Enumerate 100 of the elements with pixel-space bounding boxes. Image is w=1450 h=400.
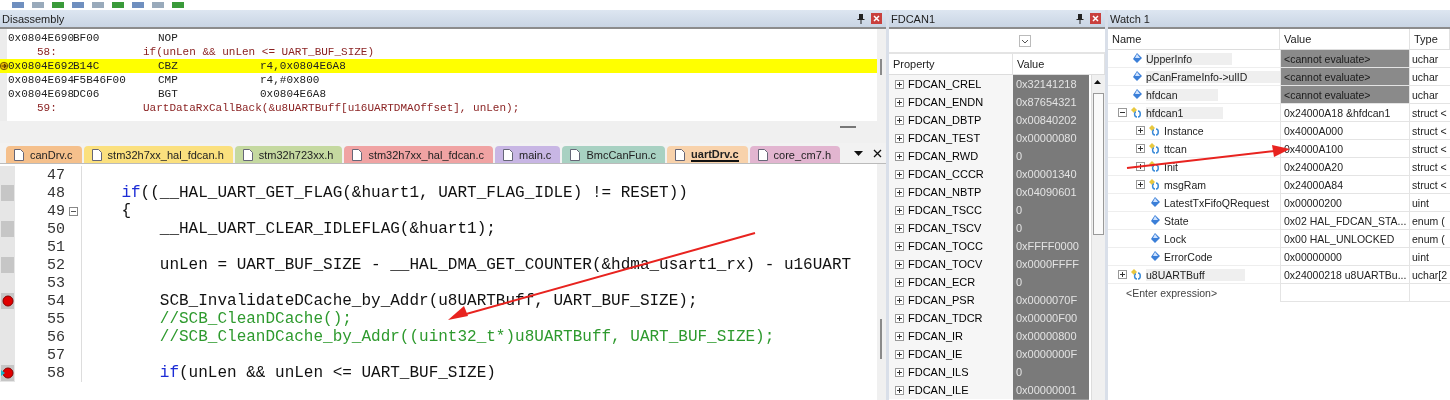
document-icon xyxy=(502,148,513,161)
current-line-arrow-icon xyxy=(0,61,8,71)
register-name: FDCAN_ECR xyxy=(908,276,976,288)
expand-icon[interactable] xyxy=(1136,144,1145,153)
source-line-number: 59: xyxy=(37,102,57,114)
dropdown-icon[interactable] xyxy=(1019,34,1031,47)
document-icon xyxy=(675,148,686,161)
toolbar-icon[interactable] xyxy=(170,2,186,10)
expand-icon[interactable] xyxy=(895,385,904,395)
file-tab[interactable]: stm32h7xx_hal_fdcan.c xyxy=(344,146,493,163)
scroll-thumb[interactable] xyxy=(840,126,856,128)
watch-type: struct < xyxy=(1410,104,1450,122)
column-header[interactable]: Name xyxy=(1108,29,1280,49)
panel-title: Disassembly xyxy=(2,12,65,25)
code-line: __HAL_UART_CLEAR_IDLEFLAG(&huart1); xyxy=(158,220,496,238)
opcode-text: B14C xyxy=(73,60,100,72)
gutter-cell[interactable] xyxy=(0,238,15,256)
expand-icon[interactable] xyxy=(895,151,904,161)
expand-icon[interactable] xyxy=(895,97,904,107)
expand-icon[interactable] xyxy=(895,205,904,215)
panel-title: Watch 1 xyxy=(1110,12,1150,25)
line-number: 57 xyxy=(46,346,65,364)
register-name: FDCAN_RWD xyxy=(908,150,979,162)
address-text: 0x0804E692 xyxy=(8,60,74,72)
register-name: FDCAN_NBTP xyxy=(908,186,982,198)
close-button[interactable] xyxy=(871,13,882,24)
toolbar-icon[interactable] xyxy=(50,2,66,10)
document-icon xyxy=(14,148,24,161)
collapse-icon[interactable] xyxy=(68,206,78,216)
gutter-cell[interactable] xyxy=(0,274,15,292)
watch-type: struct < xyxy=(1410,158,1450,176)
watch-type: uchar xyxy=(1410,50,1450,68)
expand-icon[interactable] xyxy=(895,169,904,179)
expand-icon[interactable] xyxy=(895,349,904,359)
expand-icon[interactable] xyxy=(1136,180,1145,189)
file-tab[interactable]: main.c xyxy=(494,146,561,163)
watch-type: uchar xyxy=(1410,68,1450,86)
expand-icon[interactable] xyxy=(895,277,904,287)
code-line: { xyxy=(120,202,131,220)
expression-input[interactable]: <Enter expression> xyxy=(1108,284,1280,302)
expand-icon[interactable] xyxy=(895,367,904,377)
column-header[interactable]: Value xyxy=(1013,54,1105,74)
expand-icon[interactable] xyxy=(895,79,904,89)
watch-value: 0x24000A84 xyxy=(1280,176,1410,194)
collapse-icon[interactable] xyxy=(1118,108,1127,117)
document-icon xyxy=(757,148,768,161)
code-line: if(unLen && unLen <= UART_BUF_SIZE) xyxy=(158,364,496,382)
toolbar-icon[interactable] xyxy=(10,2,26,10)
file-tab[interactable]: stm32h7xx_hal_fdcan.h xyxy=(83,146,233,163)
watch-value: <cannot evaluate> xyxy=(1280,86,1410,104)
watch-value: 0x4000A000 xyxy=(1280,122,1410,140)
column-header[interactable]: Property xyxy=(889,54,1013,74)
pin-icon[interactable] xyxy=(1076,13,1084,24)
watch-type: uchar xyxy=(1410,86,1450,104)
register-name: FDCAN_ILE xyxy=(908,384,969,396)
expand-icon[interactable] xyxy=(895,187,904,197)
watch-type: struct < xyxy=(1410,140,1450,158)
toolbar-icon[interactable] xyxy=(110,2,126,10)
gutter-cell[interactable] xyxy=(0,310,15,328)
file-tab[interactable]: core_cm7.h xyxy=(749,146,841,163)
watch-value: 0x24000A20 xyxy=(1280,158,1410,176)
expand-icon[interactable] xyxy=(1136,126,1145,135)
column-header[interactable]: Value xyxy=(1280,29,1410,49)
code-line: if((__HAL_UART_GET_FLAG(&huart1, UART_FLAG_IDLE) != RESET)) xyxy=(120,184,688,202)
scrollbar[interactable] xyxy=(877,164,886,400)
mnemonic-text: CMP xyxy=(158,74,178,86)
expand-icon[interactable] xyxy=(1118,270,1127,279)
file-tab[interactable]: stm32h723xx.h xyxy=(234,146,343,163)
source-code-text: if(unLen && unLen <= UART_BUF_SIZE) xyxy=(143,46,375,58)
file-tab[interactable]: uartDrv.c xyxy=(667,146,748,163)
register-name: FDCAN_ENDN xyxy=(908,96,984,108)
close-icon[interactable] xyxy=(873,148,882,158)
watch-type: struct < xyxy=(1410,176,1450,194)
expand-icon[interactable] xyxy=(895,331,904,341)
scrollbar[interactable] xyxy=(877,29,886,121)
expand-icon[interactable] xyxy=(895,295,904,305)
gutter-cell[interactable] xyxy=(0,202,15,220)
column-header[interactable]: Type xyxy=(1410,29,1450,49)
dropdown-icon[interactable] xyxy=(854,148,863,158)
watch-type: uchar[2 xyxy=(1410,266,1450,284)
expand-icon[interactable] xyxy=(895,241,904,251)
toolbar-icon[interactable] xyxy=(130,2,146,10)
gutter-cell[interactable] xyxy=(0,166,15,184)
gutter-cell[interactable] xyxy=(0,346,15,364)
close-button[interactable] xyxy=(1090,13,1101,24)
watch-name: UpperInfo xyxy=(1146,52,1233,65)
register-name: FDCAN_IR xyxy=(908,330,963,342)
scrollbar[interactable] xyxy=(1091,75,1105,400)
expand-icon[interactable] xyxy=(895,313,904,323)
pin-icon[interactable] xyxy=(857,13,865,24)
register-name: FDCAN_TSCV xyxy=(908,222,982,234)
expand-icon[interactable] xyxy=(1136,162,1145,171)
expand-icon[interactable] xyxy=(895,115,904,125)
toolbar-icon[interactable] xyxy=(70,2,86,10)
expand-icon[interactable] xyxy=(895,223,904,233)
file-tab[interactable]: canDrv.c xyxy=(6,146,82,163)
expand-icon[interactable] xyxy=(895,133,904,143)
expand-icon[interactable] xyxy=(895,259,904,269)
opcode-text: BF00 xyxy=(73,32,100,44)
file-tab[interactable]: BmcCanFun.c xyxy=(562,146,666,163)
